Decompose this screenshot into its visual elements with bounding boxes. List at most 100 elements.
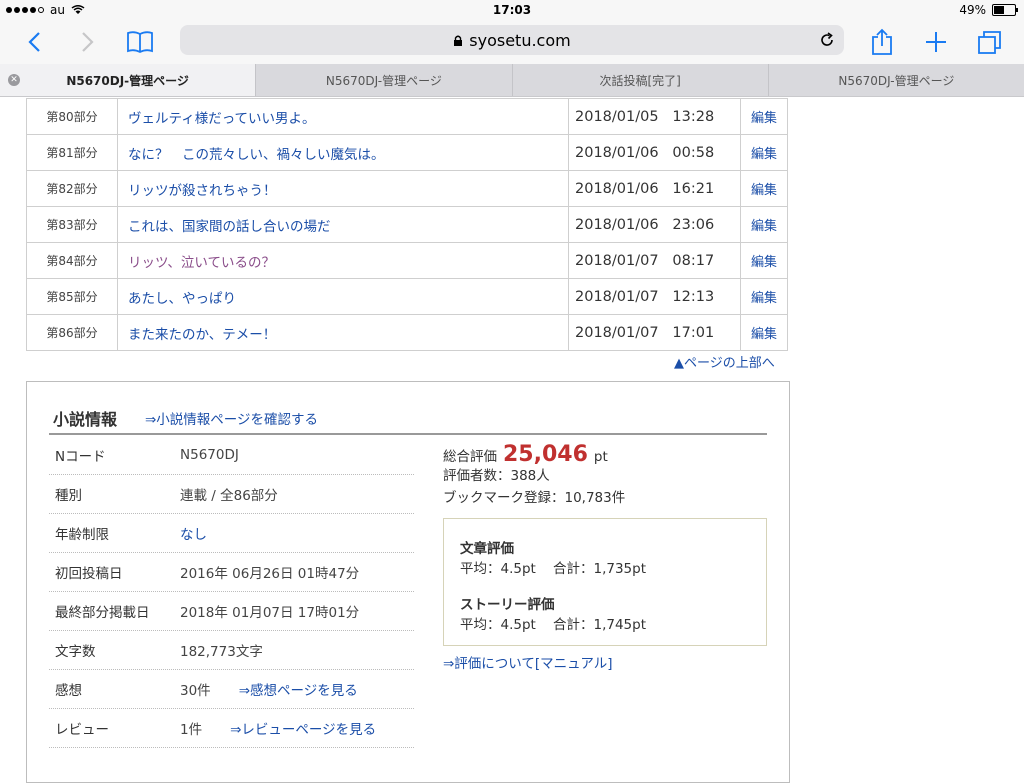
info-value: 1件 [180,722,203,738]
info-row-type: 種別 連載 / 全86部分 [49,475,414,514]
forward-button[interactable] [72,26,104,58]
chapter-title-link[interactable]: あたし、やっぱり [117,278,569,315]
tab-1[interactable]: ✕ N5670DJ-管理ページ [0,64,256,96]
edit-link[interactable]: 編集 [740,98,788,135]
table-row: 第84部分 リッツ、泣いているの？ 2018/01/07 08:17 編集 [26,242,788,279]
chapter-date: 2018/01/05 13:28 [568,98,741,135]
chapter-number: 第81部分 [26,134,118,171]
heading-divider [49,433,767,435]
table-row: 第86部分 また来たのか、テメー！ 2018/01/07 17:01 編集 [26,314,788,351]
edit-link[interactable]: 編集 [740,206,788,243]
score-column: 総合評価 25,046 pt 評価者数：388人 ブックマーク登録：10,783… [443,442,625,508]
reload-icon[interactable] [818,31,836,49]
info-key: 初回投稿日 [55,566,123,582]
tabs-icon [978,31,1001,54]
story-rating-title: ストーリー評価 [460,597,555,613]
page-top-link[interactable]: ▲ページの上部へ [674,352,775,371]
info-row-last-post: 最終部分掲載日 2018年 01月07日 17時01分 [49,592,414,631]
table-row: 第80部分 ヴェルティ様だっていい男よ。 2018/01/05 13:28 編集 [26,98,788,135]
address-bar[interactable]: syosetu.com [180,25,844,55]
battery-icon [992,4,1018,16]
tab-label: 次話投稿[完了] [599,73,681,88]
chevron-right-icon [82,32,94,52]
chapter-title-link[interactable]: これは、国家間の話し合いの場だ [117,206,569,243]
chapter-number: 第82部分 [26,170,118,207]
info-page-link[interactable]: ⇒小説情報ページを確認する [145,408,318,428]
bookmarks-button[interactable] [124,26,156,58]
share-button[interactable] [866,26,898,58]
close-tab-icon[interactable]: ✕ [8,74,20,86]
battery-area: 49% [959,3,1018,17]
info-heading: 小説情報 [53,410,118,429]
chapter-title-link[interactable]: リッツ、泣いているの？ [117,242,569,279]
chapter-number: 第85部分 [26,278,118,315]
book-icon [127,31,153,54]
info-key: 年齢制限 [55,527,109,543]
info-row-first-post: 初回投稿日 2016年 06月26日 01時47分 [49,553,414,592]
edit-link[interactable]: 編集 [740,134,788,171]
impressions-link[interactable]: ⇒感想ページを見る [239,679,358,699]
chapter-title-link[interactable]: リッツが殺されちゃう！ [117,170,569,207]
chapter-title-link[interactable]: なに？ この荒々しい、禍々しい魔気は。 [117,134,569,171]
chapter-date: 2018/01/07 08:17 [568,242,741,279]
total-score: 総合評価 25,046 pt [443,442,625,467]
status-bar: au 17:03 49% [0,0,1024,20]
info-value: 2016年 06月26日 01時47分 [180,566,360,582]
rating-breakdown: 文章評価 平均：4.5pt 合計：1,735pt ストーリー評価 平均：4.5p… [443,518,767,646]
info-value: N5670DJ [180,447,239,463]
chapter-title-link[interactable]: また来たのか、テメー！ [117,314,569,351]
lock-icon [454,35,463,46]
tab-bar: ✕ N5670DJ-管理ページ N5670DJ-管理ページ 次話投稿[完了] N… [0,64,1024,97]
novel-info-box: 小説情報 ⇒小説情報ページを確認する Nコード N5670DJ 種別 連載 / … [26,381,790,783]
clock: 17:03 [492,3,532,17]
info-value: 2018年 01月07日 17時01分 [180,605,360,621]
new-tab-button[interactable] [920,26,952,58]
chapter-date: 2018/01/07 17:01 [568,314,741,351]
browser-toolbar: syosetu.com [0,20,1024,64]
table-row: 第82部分 リッツが殺されちゃう！ 2018/01/06 16:21 編集 [26,170,788,207]
info-value: 30件 [180,683,211,699]
info-key: 感想 [55,683,82,699]
info-table: Nコード N5670DJ 種別 連載 / 全86部分 年齢制限 なし 初回投稿日… [49,436,414,748]
info-key: 文字数 [55,644,96,660]
table-row: 第81部分 なに？ この荒々しい、禍々しい魔気は。 2018/01/06 00:58… [26,134,788,171]
chapter-title-link[interactable]: ヴェルティ様だっていい男よ。 [117,98,569,135]
info-key: 最終部分掲載日 [55,605,150,621]
tab-4[interactable]: N5670DJ-管理ページ [767,64,1024,96]
info-value: 182,773文字 [180,644,263,660]
edit-link[interactable]: 編集 [740,170,788,207]
chapter-number: 第80部分 [26,98,118,135]
edit-link[interactable]: 編集 [740,278,788,315]
chapter-number: 第83部分 [26,206,118,243]
chapter-date: 2018/01/07 12:13 [568,278,741,315]
battery-percent: 49% [959,3,986,17]
chapter-date: 2018/01/06 00:58 [568,134,741,171]
total-unit: pt [593,449,608,465]
tab-3[interactable]: 次話投稿[完了] [511,64,768,96]
info-key: 種別 [55,488,82,504]
story-rating-detail: 平均：4.5pt 合計：1,745pt [460,617,647,633]
info-value-link[interactable]: なし [180,523,207,543]
tabs-overview-button[interactable] [974,26,1006,58]
info-row-impressions: 感想 30件 ⇒感想ページを見る [49,670,414,709]
edit-link[interactable]: 編集 [740,242,788,279]
chevron-left-icon [28,32,40,52]
reviews-link[interactable]: ⇒レビューページを見る [230,718,376,738]
bookmark-count: ブックマーク登録：10,783件 [443,490,626,506]
plus-icon [926,32,946,52]
chapter-date: 2018/01/06 23:06 [568,206,741,243]
total-label: 総合評価 [443,449,497,465]
raters-count: 評価者数：388人 [443,468,550,484]
chapter-table: 第80部分 ヴェルティ様だっていい男よ。 2018/01/05 13:28 編集 第81… [26,98,788,351]
rating-manual-link[interactable]: ⇒評価について[マニュアル] [443,652,613,672]
tab-2[interactable]: N5670DJ-管理ページ [255,64,511,96]
back-button[interactable] [18,26,50,58]
chapter-date: 2018/01/06 16:21 [568,170,741,207]
info-row-reviews: レビュー 1件 ⇒レビューページを見る [49,709,414,748]
info-key: Nコード [55,449,106,465]
edit-link[interactable]: 編集 [740,314,788,351]
info-key: レビュー [55,722,109,738]
url-text: syosetu.com [469,30,571,50]
table-row: 第85部分 あたし、やっぱり 2018/01/07 12:13 編集 [26,278,788,315]
tab-label: N5670DJ-管理ページ [66,73,189,88]
